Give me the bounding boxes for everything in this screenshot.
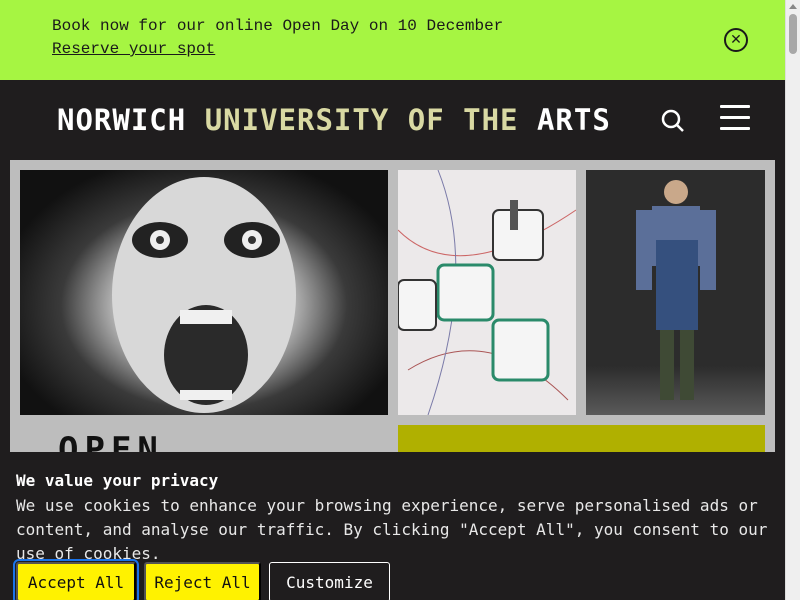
cookie-consent-banner: We value your privacy We use cookies to … <box>0 452 785 600</box>
scroll-up-arrow-icon[interactable] <box>789 4 797 9</box>
site-header: NORWICH UNIVERSITY OF THE ARTS <box>0 80 785 160</box>
page-scrollbar[interactable] <box>785 0 800 600</box>
scroll-thumb[interactable] <box>789 14 797 54</box>
cookie-text: We use cookies to enhance your browsing … <box>16 496 768 563</box>
accept-all-button[interactable]: Accept All <box>13 559 139 600</box>
hero-image-face[interactable] <box>20 170 388 415</box>
logo-word-university: UNIVERSITY OF THE <box>204 103 519 137</box>
hero-image-fashion[interactable] <box>586 170 765 415</box>
hamburger-menu-icon[interactable] <box>720 105 752 135</box>
announcement-bar: Book now for our online Open Day on 10 D… <box>0 0 785 80</box>
logo-word-arts: ARTS <box>536 103 611 137</box>
hero-image-robots[interactable] <box>398 170 576 415</box>
cookie-title: We value your privacy <box>16 471 219 490</box>
search-icon[interactable] <box>660 108 686 134</box>
customize-button[interactable]: Customize <box>269 562 390 600</box>
hero-yellow-panel <box>398 425 765 455</box>
reject-all-button[interactable]: Reject All <box>144 562 261 600</box>
reserve-spot-link[interactable]: Reserve your spot <box>52 40 215 58</box>
logo-word-norwich: NORWICH <box>57 103 187 137</box>
site-logo[interactable]: NORWICH UNIVERSITY OF THE ARTS <box>57 103 611 137</box>
announcement-text: Book now for our online Open Day on 10 D… <box>52 17 504 35</box>
close-icon[interactable]: ✕ <box>724 28 748 52</box>
